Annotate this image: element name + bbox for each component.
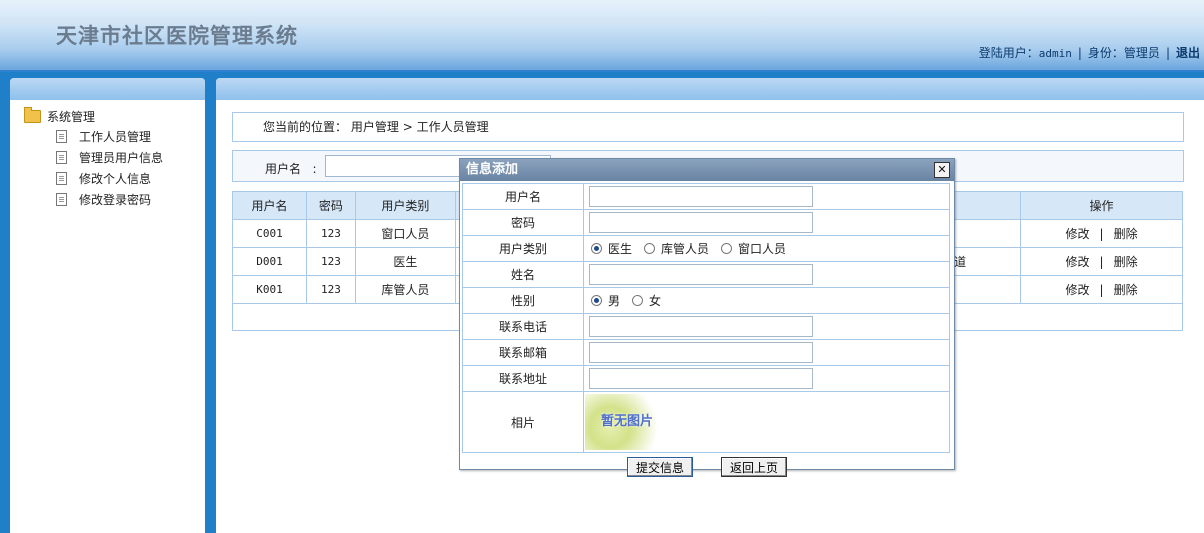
- radio-warehouse[interactable]: [644, 243, 656, 254]
- sidebar-item-label: 工作人员管理: [79, 130, 152, 144]
- label-username: 用户名: [462, 183, 584, 210]
- cell-password: 123: [305, 247, 356, 276]
- info-form: 用户名 密码 用户类别 医生 库管人员 窗口人员 姓名 性别 男 女 联系电话 …: [462, 183, 950, 453]
- label-gender: 性别: [462, 287, 584, 314]
- form-row-user-type: 用户类别 医生 库管人员 窗口人员: [462, 235, 950, 262]
- cell-password: 123: [305, 275, 356, 304]
- cell-user-type: 医生: [354, 247, 456, 276]
- label-user-type: 用户类别: [462, 235, 584, 262]
- close-icon[interactable]: ✕: [934, 162, 950, 178]
- radio-male[interactable]: [591, 295, 602, 306]
- address-field[interactable]: [589, 368, 813, 389]
- document-icon: [56, 130, 67, 143]
- label-name: 姓名: [462, 261, 584, 288]
- sidebar-root-label: 系统管理: [47, 109, 96, 124]
- dialog-titlebar[interactable]: 信息添加 ✕: [460, 159, 954, 181]
- info-add-dialog: 信息添加 ✕ 用户名 密码 用户类别 医生 库管人员 窗口人员 姓名 性别 男 …: [459, 158, 955, 477]
- form-row-name: 姓名: [462, 261, 950, 288]
- delete-link[interactable]: 删除: [1114, 227, 1138, 241]
- logout-link[interactable]: 退出: [1176, 46, 1200, 60]
- name-field[interactable]: [589, 264, 813, 285]
- breadcrumb: 您当前的位置： 用户管理 > 工作人员管理: [233, 113, 1183, 141]
- breadcrumb-path2: 工作人员管理: [416, 120, 489, 134]
- document-icon: [56, 151, 67, 164]
- submit-button[interactable]: 提交信息: [626, 457, 693, 477]
- sidebar-item-label: 管理员用户信息: [79, 151, 164, 165]
- user-type-radio-group: 医生 库管人员 窗口人员: [585, 240, 948, 257]
- delete-link[interactable]: 删除: [1114, 255, 1138, 269]
- breadcrumb-path1: 用户管理: [350, 120, 399, 134]
- form-row-username: 用户名: [462, 183, 950, 210]
- radio-window-staff[interactable]: [721, 243, 733, 254]
- breadcrumb-box: 您当前的位置： 用户管理 > 工作人员管理: [232, 112, 1184, 142]
- form-row-phone: 联系电话: [462, 313, 950, 340]
- login-user: admin: [1038, 47, 1072, 60]
- photo-placeholder-text: 暂无图片: [601, 414, 654, 429]
- label-phone: 联系电话: [462, 313, 584, 340]
- sidebar-topbar: [10, 78, 205, 100]
- form-row-password: 密码: [462, 209, 950, 236]
- phone-field[interactable]: [589, 316, 813, 337]
- cell-actions: 修改 | 删除: [1020, 219, 1183, 248]
- breadcrumb-prefix: 您当前的位置：: [263, 120, 348, 134]
- form-row-address: 联系地址: [462, 365, 950, 392]
- photo-placeholder[interactable]: 暂无图片: [585, 394, 669, 450]
- header-username: 用户名: [232, 191, 307, 220]
- sidebar-root-system[interactable]: 系统管理: [24, 106, 205, 126]
- header-actions: 操作: [1020, 191, 1183, 220]
- sidebar-item-staff[interactable]: 工作人员管理: [24, 126, 205, 147]
- label-photo: 相片: [462, 391, 584, 453]
- role-label: 身份：: [1087, 46, 1124, 60]
- sidebar-tree: 系统管理 工作人员管理 管理员用户信息 修改个人信息 修改登录密码: [10, 100, 205, 210]
- cell-password: 123: [305, 219, 356, 248]
- edit-link[interactable]: 修改: [1066, 227, 1090, 241]
- form-row-email: 联系邮箱: [462, 339, 950, 366]
- search-label: 用户名 :: [265, 162, 317, 176]
- breadcrumb-arrow: >: [402, 120, 413, 134]
- sidebar-item-admin-users[interactable]: 管理员用户信息: [24, 147, 205, 168]
- edit-link[interactable]: 修改: [1066, 255, 1090, 269]
- cell-actions: 修改 | 删除: [1020, 275, 1183, 304]
- email-field[interactable]: [589, 342, 813, 363]
- main-topbar: [216, 78, 1204, 100]
- role-value: 管理员: [1123, 46, 1160, 60]
- cell-username: C001: [232, 219, 307, 248]
- password-field[interactable]: [589, 212, 813, 233]
- username-field[interactable]: [589, 186, 813, 207]
- form-row-gender: 性别 男 女: [462, 287, 950, 314]
- label-password: 密码: [462, 209, 584, 236]
- header-password: 密码: [305, 191, 356, 220]
- dialog-actions: 提交信息 返回上页: [460, 453, 954, 481]
- user-bar: 登陆用户：admin | 身份：管理员 | 退出: [978, 46, 1200, 60]
- sidebar-item-label: 修改登录密码: [79, 193, 152, 207]
- label-address: 联系地址: [462, 365, 584, 392]
- header-user-type: 用户类别: [354, 191, 456, 220]
- gender-radio-group: 男 女: [585, 292, 948, 309]
- sidebar-item-change-password[interactable]: 修改登录密码: [24, 189, 205, 210]
- back-button[interactable]: 返回上页: [721, 457, 788, 477]
- sidebar-item-edit-profile[interactable]: 修改个人信息: [24, 168, 205, 189]
- radio-doctor[interactable]: [591, 243, 602, 254]
- login-label: 登陆用户：: [978, 46, 1039, 60]
- form-row-photo: 相片 暂无图片: [462, 391, 950, 453]
- cell-username: K001: [232, 275, 307, 304]
- radio-female[interactable]: [632, 295, 644, 306]
- cell-actions: 修改 | 删除: [1020, 247, 1183, 276]
- dialog-title: 信息添加: [466, 162, 519, 177]
- app-title: 天津市社区医院管理系统: [56, 23, 298, 48]
- sidebar-item-label: 修改个人信息: [79, 172, 152, 186]
- label-email: 联系邮箱: [462, 339, 584, 366]
- edit-link[interactable]: 修改: [1066, 283, 1090, 297]
- cell-username: D001: [232, 247, 307, 276]
- cell-user-type: 窗口人员: [354, 219, 456, 248]
- sidebar: 系统管理 工作人员管理 管理员用户信息 修改个人信息 修改登录密码: [10, 78, 205, 533]
- cell-user-type: 库管人员: [354, 275, 456, 304]
- document-icon: [56, 172, 67, 185]
- app-header: 天津市社区医院管理系统 登陆用户：admin | 身份：管理员 | 退出: [0, 0, 1204, 72]
- delete-link[interactable]: 删除: [1114, 283, 1138, 297]
- document-icon: [56, 193, 67, 206]
- folder-open-icon: [24, 106, 41, 123]
